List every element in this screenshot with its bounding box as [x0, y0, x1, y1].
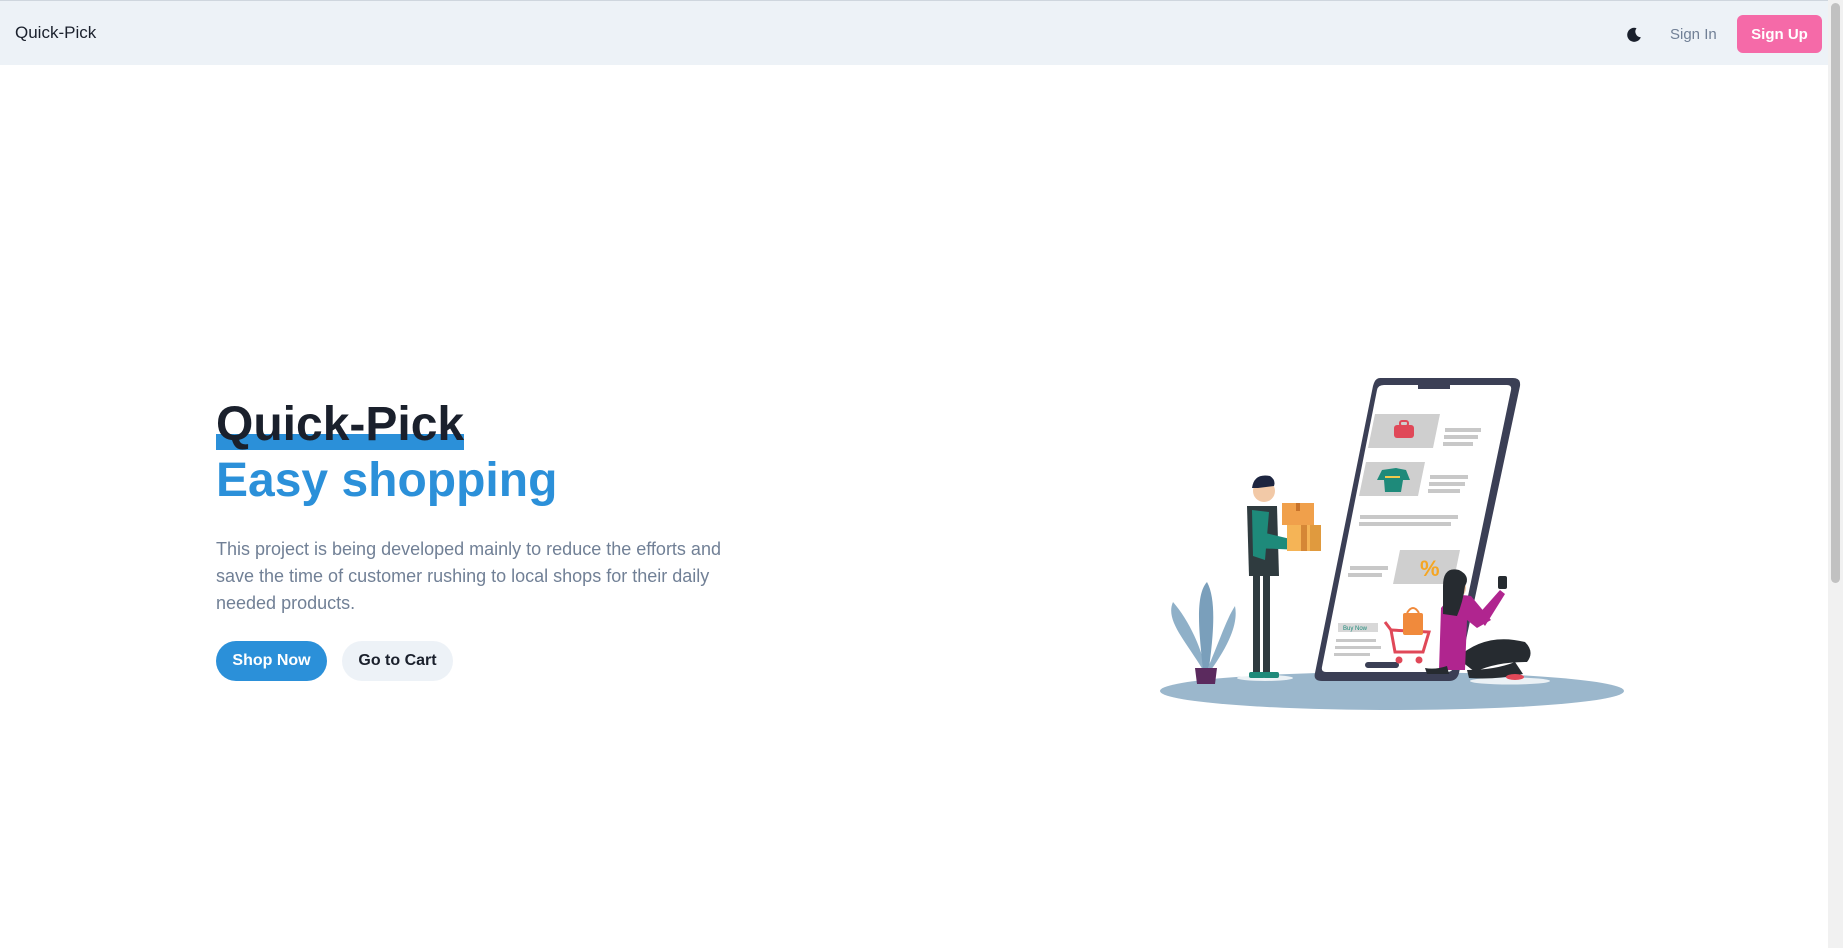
hero-title-brand: Quick-Pick [216, 398, 465, 451]
plant-illustration [1171, 582, 1236, 684]
svg-text:%: % [1420, 556, 1440, 581]
phone-illustration: % Buy Now [1314, 378, 1521, 681]
go-to-cart-button[interactable]: Go to Cart [342, 641, 453, 681]
moon-icon [1627, 27, 1641, 42]
sign-up-button[interactable]: Sign Up [1737, 15, 1822, 53]
scrollbar-thumb[interactable] [1831, 3, 1840, 583]
vertical-scrollbar[interactable] [1828, 0, 1843, 948]
shopping-illustration: % Buy Now [1160, 378, 1624, 710]
brand-logo[interactable]: Quick-Pick [15, 23, 96, 43]
hero-title-tagline: Easy shopping [216, 454, 558, 507]
navbar: Quick-Pick Sign In Sign Up [0, 0, 1843, 65]
hero-description: This project is being developed mainly t… [216, 539, 721, 613]
man-illustration [1247, 475, 1321, 678]
shop-now-button[interactable]: Shop Now [216, 641, 327, 681]
hero-title: Quick-Pick Easy shopping [216, 398, 557, 508]
theme-toggle-button[interactable] [1620, 21, 1648, 49]
svg-text:Buy Now: Buy Now [1343, 626, 1368, 632]
sign-in-link[interactable]: Sign In [1664, 19, 1723, 49]
